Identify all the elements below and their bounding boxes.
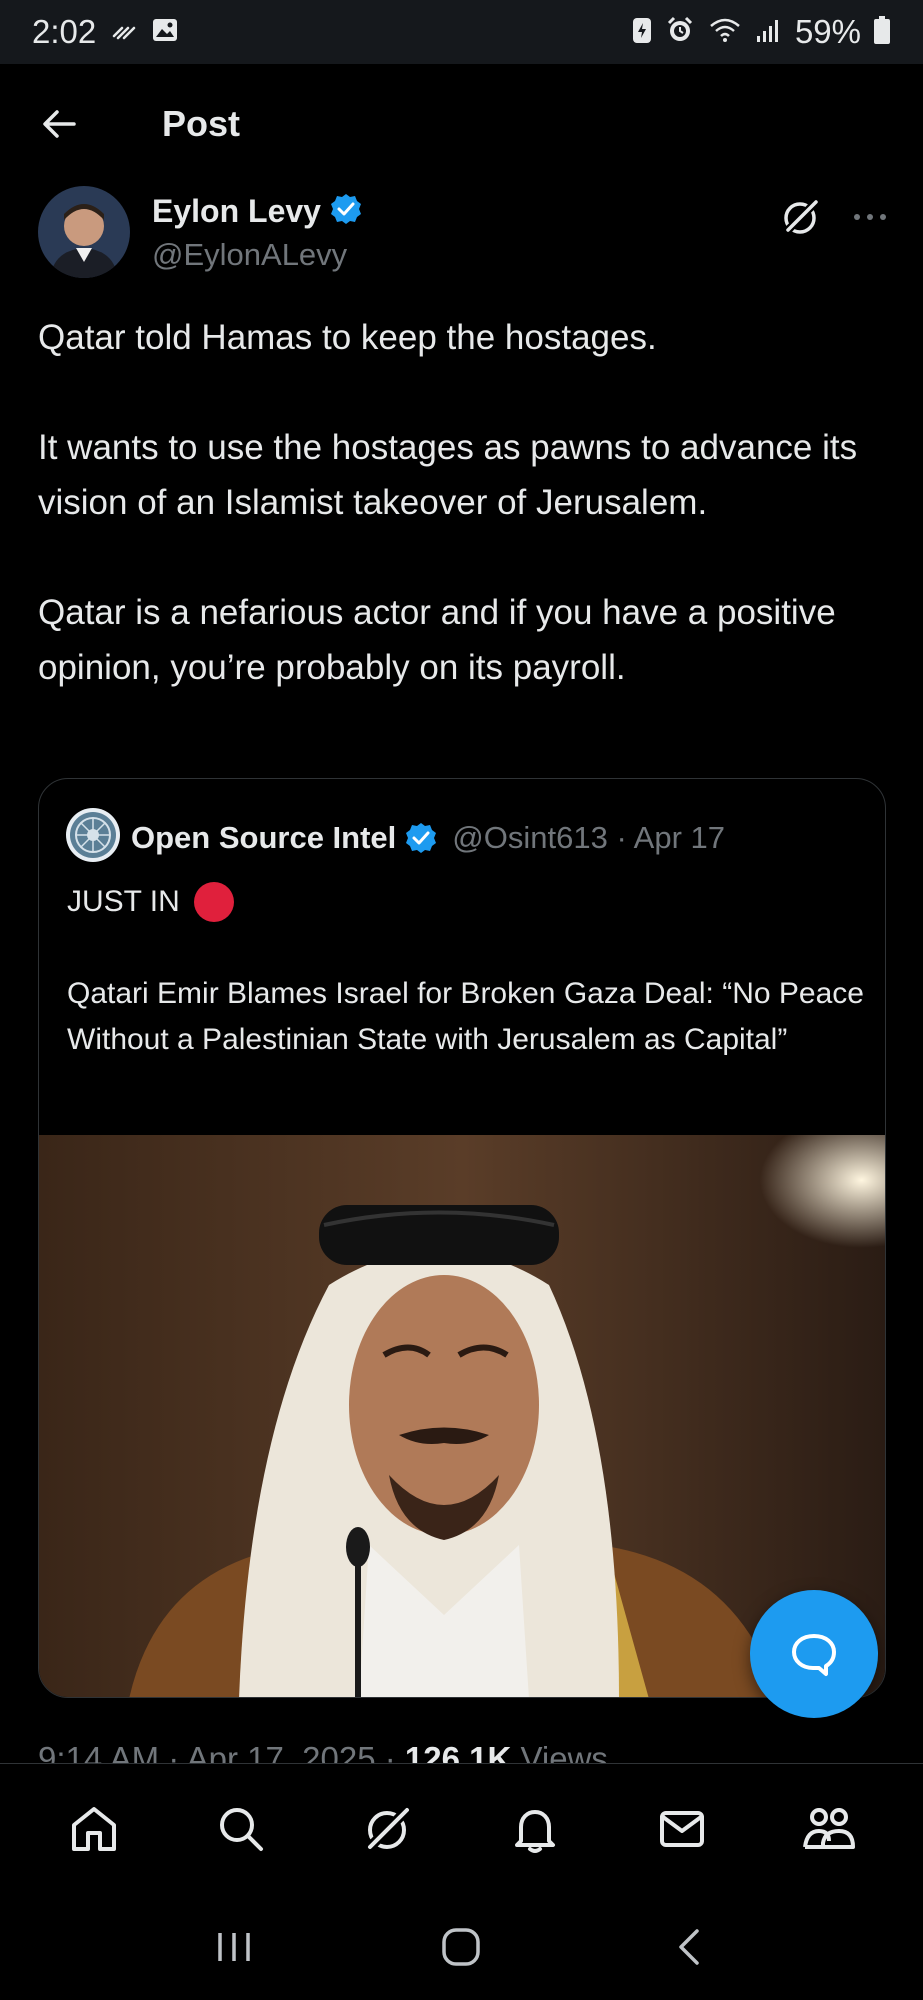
back-button[interactable] xyxy=(28,92,92,156)
red-circle-emoji-icon xyxy=(193,882,234,922)
notifications-icon xyxy=(515,1809,556,1853)
nav-messages[interactable] xyxy=(642,1789,722,1869)
arrow-left-icon xyxy=(43,110,76,138)
top-nav: Post xyxy=(0,64,923,184)
page-title: Post xyxy=(162,103,241,144)
author-handle[interactable]: @EylonALevy xyxy=(152,237,363,273)
verified-badge-icon xyxy=(329,192,363,231)
alarm-icon xyxy=(665,15,695,50)
signal-wave-icon xyxy=(110,16,138,49)
communities-icon xyxy=(803,1807,856,1849)
home-system-button[interactable] xyxy=(421,1907,501,1987)
recent-apps-button[interactable] xyxy=(194,1907,274,1987)
wifi-icon xyxy=(707,15,743,50)
verified-badge-icon xyxy=(404,821,438,855)
author-name[interactable]: Eylon Levy xyxy=(152,193,321,230)
views-label: Views xyxy=(511,1740,608,1764)
grok-icon xyxy=(783,199,819,235)
quoted-post[interactable]: Open Source Intel @Osint613 · Apr 17 JUS… xyxy=(38,778,886,1698)
back-system-button[interactable] xyxy=(649,1907,729,1987)
home-circle-icon xyxy=(442,1927,481,1966)
bottom-nav xyxy=(0,1763,923,1893)
avatar[interactable] xyxy=(38,186,130,278)
quote-separator: · xyxy=(607,819,634,855)
quote-image[interactable] xyxy=(39,1135,885,1697)
battery-icon xyxy=(873,15,891,50)
quote-author-handle: @Osint613 xyxy=(452,819,608,855)
quote-body: Qatari Emir Blames Israel for Broken Gaz… xyxy=(67,977,864,1056)
quote-date: Apr 17 xyxy=(633,819,726,855)
nav-home[interactable] xyxy=(54,1789,134,1869)
status-time: 2:02 xyxy=(32,13,97,50)
post-paragraph: Qatar told Hamas to keep the hostages. xyxy=(38,318,657,357)
nav-search[interactable] xyxy=(201,1789,281,1869)
battery-saver-icon xyxy=(631,15,653,50)
quote-author-name: Open Source Intel xyxy=(131,819,397,855)
post-author: Eylon Levy @EylonALevy xyxy=(38,186,888,278)
nav-communities[interactable] xyxy=(789,1789,869,1869)
chevron-left-icon xyxy=(679,1928,699,1965)
system-nav xyxy=(0,1893,923,2000)
home-icon xyxy=(71,1806,116,1851)
more-horizontal-icon xyxy=(854,214,886,220)
nav-notifications[interactable] xyxy=(495,1789,575,1869)
views-count: 126.1K xyxy=(404,1740,512,1764)
post-paragraph: It wants to use the hostages as pawns to… xyxy=(38,428,858,522)
search-icon xyxy=(219,1807,263,1851)
grok-icon xyxy=(364,1804,412,1853)
post-body: Qatar told Hamas to keep the hostages. I… xyxy=(38,310,898,695)
quote-avatar xyxy=(65,807,121,868)
post-timestamp: 9:14 AM · Apr 17, 2025 · 126.1K Views xyxy=(38,1740,608,1764)
chat-bubble-icon xyxy=(792,1634,836,1676)
recent-apps-icon xyxy=(218,1932,250,1961)
more-options-button[interactable] xyxy=(852,211,888,223)
cell-signal-icon xyxy=(755,16,783,49)
nav-grok[interactable] xyxy=(348,1789,428,1869)
battery-percent: 59% xyxy=(794,13,861,50)
status-bar: 2:02 59% xyxy=(0,0,923,64)
image-icon xyxy=(150,15,180,50)
timestamp-text: 9:14 AM · Apr 17, 2025 · xyxy=(38,1740,405,1764)
reply-compose-button[interactable] xyxy=(750,1590,878,1718)
post-paragraph: Qatar is a nefarious actor and if you ha… xyxy=(38,593,836,687)
quote-line1: JUST IN xyxy=(67,885,180,918)
messages-icon xyxy=(660,1810,705,1847)
grok-button[interactable] xyxy=(780,196,822,238)
